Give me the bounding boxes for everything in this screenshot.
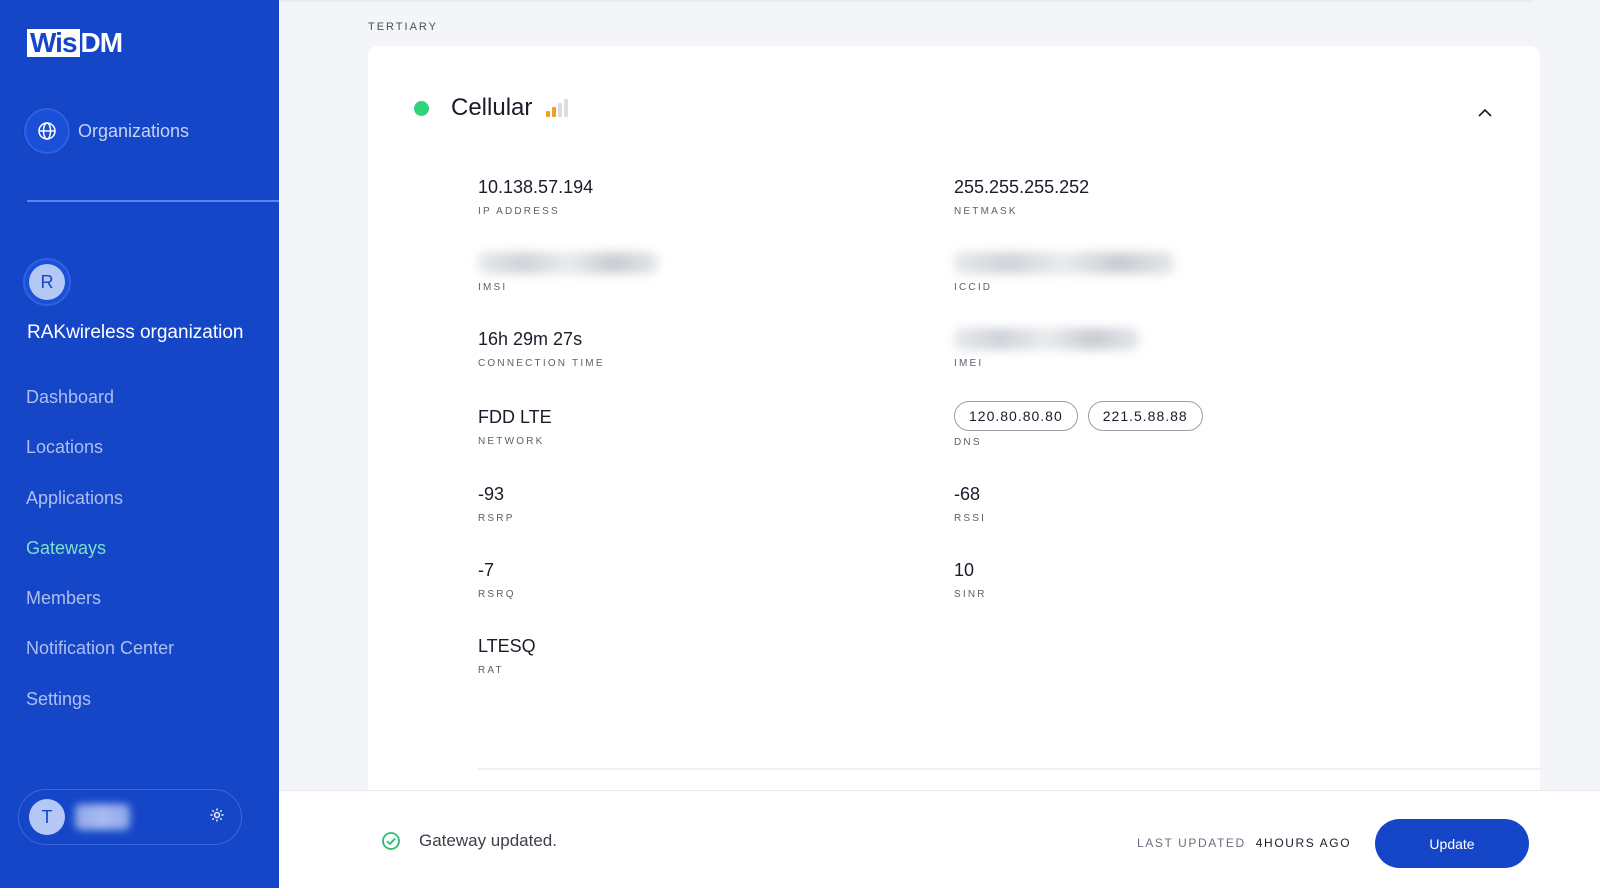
field-network: FDD LTE NETWORK <box>478 406 552 447</box>
signal-strength-icon <box>546 99 569 117</box>
status-message: Gateway updated. <box>419 831 557 850</box>
last-updated-value: 4HOURS AGO <box>1255 836 1352 850</box>
cellular-card: Cellular 10.138.57.194 IP ADDRESS IMSI 1… <box>368 46 1540 806</box>
wisdm-logo[interactable]: Wis DM <box>27 27 124 58</box>
connection-time-value: 16h 29m 27s <box>478 329 583 349</box>
user-card[interactable]: T <box>18 789 242 845</box>
logo-dm: DM <box>80 27 124 58</box>
sidebar-nav: Dashboard Locations Applications Gateway… <box>26 380 174 732</box>
footer-status: Gateway updated. <box>381 831 557 851</box>
field-connection-time: 16h 29m 27s CONNECTION TIME <box>478 328 605 369</box>
chevron-up-icon[interactable] <box>1476 104 1494 122</box>
network-value: FDD LTE <box>478 407 552 427</box>
imei-label: IMEI <box>954 358 984 369</box>
sidebar: Wis DM Organizations R RAKwireless organi… <box>0 0 279 888</box>
rat-value: LTESQ <box>478 636 536 656</box>
rsrp-label: RSRP <box>478 513 515 524</box>
org-avatar[interactable]: R <box>23 258 71 306</box>
field-sinr: 10 SINR <box>954 559 987 600</box>
sinr-label: SINR <box>954 589 987 600</box>
rsrq-value: -7 <box>478 560 495 580</box>
dns-chip: 120.80.80.80 <box>954 401 1078 431</box>
connection-time-label: CONNECTION TIME <box>478 358 605 369</box>
sidebar-item-gateways[interactable]: Gateways <box>26 531 174 581</box>
imsi-label: IMSI <box>478 282 508 293</box>
footer-bar: Gateway updated. LAST UPDATED 4HOURS AGO… <box>279 790 1600 888</box>
globe-icon <box>24 108 70 154</box>
iccid-value-redacted <box>954 252 1174 274</box>
gear-icon[interactable] <box>209 807 225 828</box>
user-name-redacted <box>75 804 130 830</box>
field-rsrq: -7 RSRQ <box>478 559 516 600</box>
user-avatar: T <box>29 799 65 835</box>
organizations-label: Organizations <box>78 120 190 141</box>
rat-label: RAT <box>478 665 504 676</box>
sidebar-item-locations[interactable]: Locations <box>26 430 174 480</box>
org-avatar-initial: R <box>29 264 65 300</box>
update-button[interactable]: Update <box>1375 819 1529 868</box>
field-rssi: -68 RSSI <box>954 483 986 524</box>
section-label: TERTIARY <box>368 21 438 33</box>
dns-chip: 221.5.88.88 <box>1087 401 1203 431</box>
last-updated: LAST UPDATED 4HOURS AGO <box>1137 836 1351 850</box>
card-divider <box>478 768 1540 770</box>
field-rat: LTESQ RAT <box>478 635 536 676</box>
organizations-link[interactable]: Organizations <box>24 108 189 154</box>
sidebar-item-notification-center[interactable]: Notification Center <box>26 631 174 681</box>
netmask-label: NETMASK <box>954 206 1018 217</box>
imsi-value-redacted <box>478 252 658 274</box>
rssi-label: RSSI <box>954 513 987 524</box>
field-netmask: 255.255.255.252 NETMASK <box>954 176 1089 217</box>
ip-address-value: 10.138.57.194 <box>478 177 594 197</box>
field-imsi: IMSI <box>478 252 658 293</box>
sidebar-item-dashboard[interactable]: Dashboard <box>26 380 174 430</box>
iccid-label: ICCID <box>954 282 993 293</box>
last-updated-label: LAST UPDATED <box>1137 836 1246 850</box>
top-line <box>279 0 1534 2</box>
dns-label: DNS <box>954 437 982 448</box>
card-header: Cellular <box>414 94 569 122</box>
field-iccid: ICCID <box>954 252 1174 293</box>
check-circle-icon <box>381 831 401 851</box>
field-ip-address: 10.138.57.194 IP ADDRESS <box>478 176 593 217</box>
logo-wis: Wis <box>27 29 80 57</box>
ip-address-label: IP ADDRESS <box>478 206 560 217</box>
rsrp-value: -93 <box>478 484 505 504</box>
sidebar-item-applications[interactable]: Applications <box>26 481 174 531</box>
sidebar-divider <box>27 200 279 202</box>
sidebar-item-members[interactable]: Members <box>26 581 174 631</box>
status-dot <box>414 100 429 116</box>
imei-value-redacted <box>954 328 1139 350</box>
org-name: RAKwireless organization <box>27 322 244 343</box>
dns-chips: 120.80.80.80 221.5.88.88 <box>954 401 1203 431</box>
sidebar-item-settings[interactable]: Settings <box>26 682 174 732</box>
sinr-value: 10 <box>954 560 975 580</box>
field-rsrp: -93 RSRP <box>478 483 515 524</box>
rsrq-label: RSRQ <box>478 589 516 600</box>
field-imei: IMEI <box>954 328 1139 369</box>
netmask-value: 255.255.255.252 <box>954 177 1090 197</box>
field-dns: 120.80.80.80 221.5.88.88 DNS <box>954 401 1203 448</box>
rssi-value: -68 <box>954 484 981 504</box>
card-title: Cellular <box>451 94 533 121</box>
network-label: NETWORK <box>478 436 545 447</box>
